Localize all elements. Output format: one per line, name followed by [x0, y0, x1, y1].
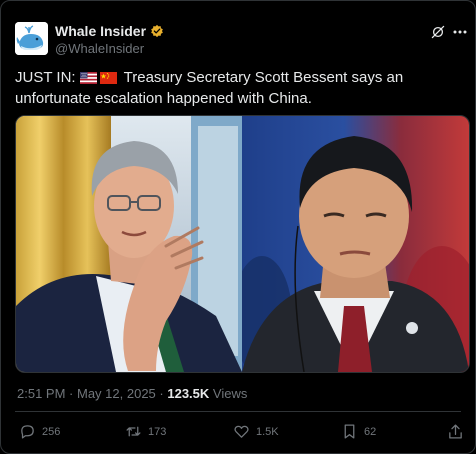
- author-handle[interactable]: @WhaleInsider: [55, 41, 144, 56]
- like-count: 1.5K: [256, 425, 279, 438]
- author-name-row[interactable]: Whale Insider: [55, 23, 164, 39]
- tweet-text: JUST IN: Treasury Secretary Scott Bessen…: [15, 67, 465, 109]
- like-button[interactable]: 1.5K: [233, 423, 279, 440]
- tweet-timestamp[interactable]: 2:51 PM · May 12, 2025 · 123.5K Views: [17, 386, 247, 401]
- views-count: 123.5K: [167, 386, 210, 401]
- divider: [15, 411, 461, 412]
- reply-count: 256: [42, 425, 61, 438]
- tweet-time[interactable]: 2:51 PM: [17, 386, 65, 401]
- action-bar: 256 173 1.5K 62: [1, 421, 476, 445]
- photo-left[interactable]: [16, 116, 242, 372]
- photo-right[interactable]: [232, 116, 469, 372]
- author-display-name[interactable]: Whale Insider: [55, 23, 146, 39]
- repost-icon: [126, 426, 141, 437]
- reply-icon: [21, 425, 34, 439]
- views-label: Views: [212, 386, 248, 401]
- reply-button[interactable]: 256: [19, 423, 60, 440]
- share-icon: [449, 424, 462, 439]
- grok-icon[interactable]: [430, 24, 446, 40]
- repost-button[interactable]: 173: [125, 423, 166, 440]
- verified-badge-icon: [151, 24, 163, 38]
- bookmark-count: 62: [364, 425, 377, 438]
- bookmark-button[interactable]: 62: [341, 423, 376, 440]
- like-icon: [234, 425, 249, 438]
- us-flag-icon: [79, 72, 97, 84]
- share-button[interactable]: [447, 423, 464, 440]
- repost-count: 173: [148, 425, 167, 438]
- tweet-prefix: JUST IN:: [15, 69, 80, 86]
- china-flag-icon: [99, 72, 117, 84]
- tweet-media[interactable]: [15, 115, 470, 373]
- tweet-date[interactable]: May 12, 2025: [77, 386, 156, 401]
- whale-avatar-icon[interactable]: [15, 22, 48, 55]
- bookmark-icon: [344, 424, 355, 439]
- more-icon[interactable]: [453, 24, 467, 40]
- tweet-card: Whale Insider @WhaleInsider JUST IN: Tre…: [0, 0, 476, 454]
